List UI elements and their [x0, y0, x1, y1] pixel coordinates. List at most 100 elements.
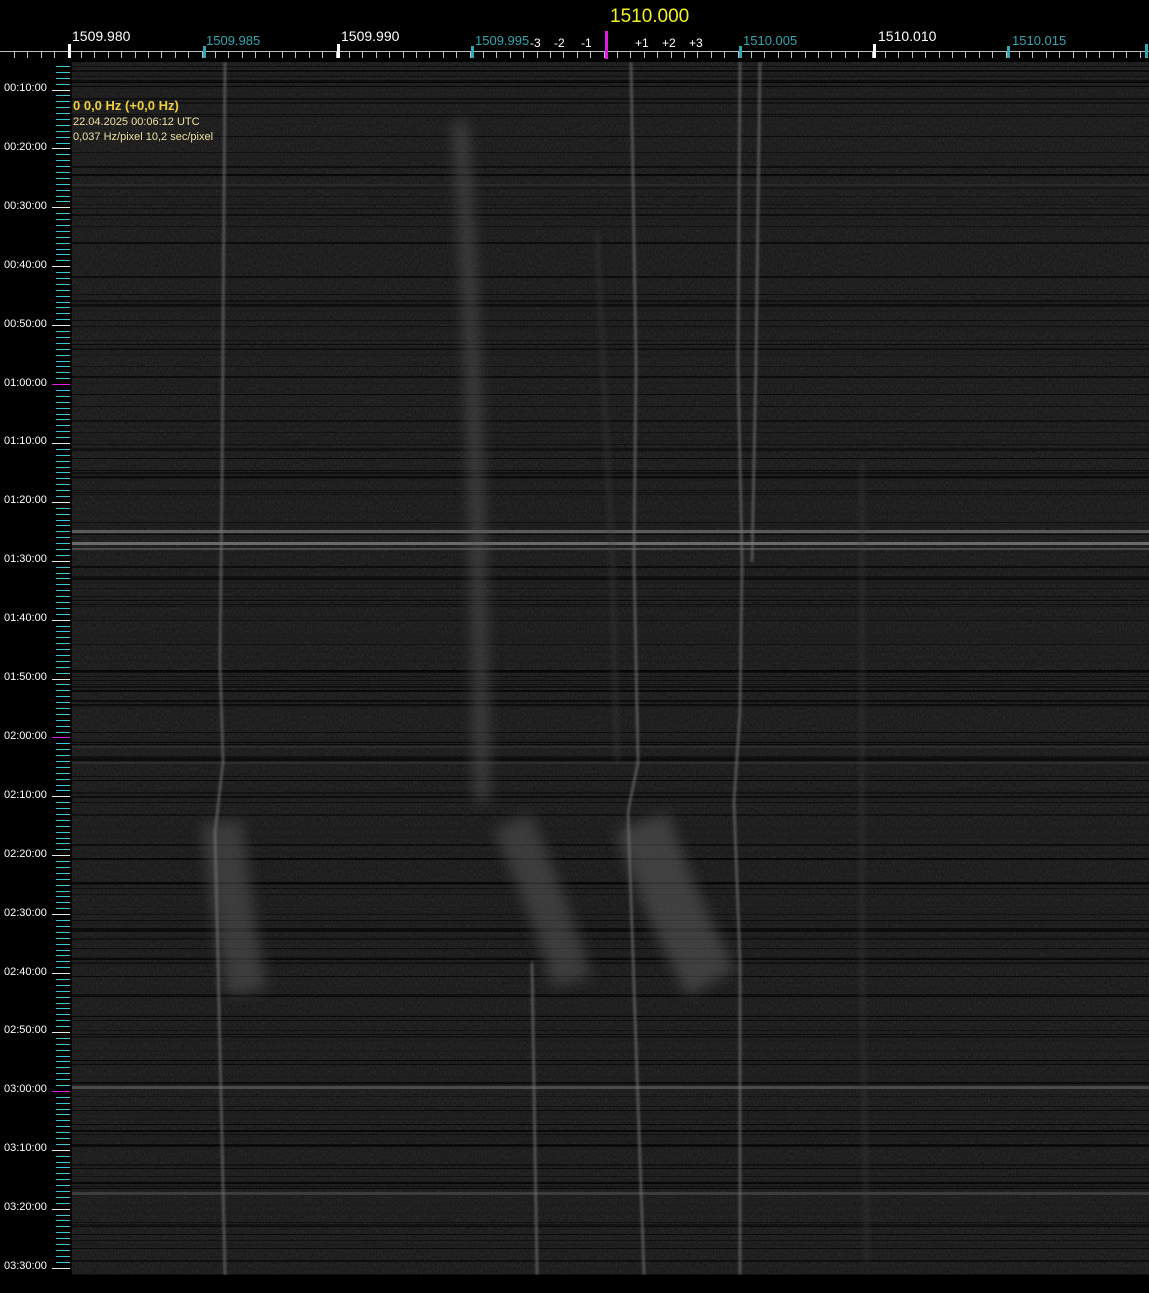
time-tick: [56, 1073, 70, 1074]
interference-band: [72, 436, 1149, 437]
time-tick: [56, 508, 70, 509]
interference-band: [72, 276, 1149, 278]
interference-band: [72, 1222, 1149, 1223]
interference-band: [72, 760, 1149, 761]
ruler-tick: [175, 52, 176, 58]
time-tick: [56, 1244, 70, 1245]
interference-band: [72, 1146, 1149, 1147]
interference-band: [72, 208, 1149, 209]
time-tick: [56, 643, 70, 644]
time-tick: [56, 431, 70, 432]
time-tick: [56, 331, 70, 332]
time-tick: [56, 649, 70, 650]
ruler-tick: [389, 52, 390, 58]
time-tick: [56, 472, 70, 473]
interference-band: [72, 1168, 1149, 1169]
time-tick: [56, 172, 70, 173]
time-tick: [52, 90, 70, 91]
major-tick: [337, 44, 340, 58]
time-tick: [52, 973, 70, 974]
interference-band: [72, 606, 1149, 607]
time-tick: [56, 696, 70, 697]
interference-band: [72, 74, 1149, 76]
interference-band: [72, 706, 1149, 708]
ruler-tick: [483, 52, 484, 58]
ruler-tick: [41, 52, 42, 58]
time-tick: [52, 1268, 70, 1269]
interference-band: [72, 780, 1149, 781]
ruler-tick: [657, 52, 658, 58]
interference-band: [72, 996, 1149, 997]
interference-band: [72, 134, 1149, 135]
ruler-tick: [630, 52, 631, 58]
time-tick: [56, 1203, 70, 1204]
time-label: 00:10:00: [4, 82, 47, 94]
time-tick: [56, 749, 70, 750]
time-tick: [56, 1079, 70, 1080]
ruler-tick: [818, 52, 819, 58]
interference-band: [72, 1268, 1149, 1269]
time-tick: [56, 514, 70, 515]
waterfall-display[interactable]: [72, 62, 1149, 1275]
interference-band: [72, 704, 1149, 706]
interference-band: [72, 1234, 1149, 1235]
time-tick: [56, 337, 70, 338]
interference-band: [72, 294, 1149, 295]
time-tick: [56, 307, 70, 308]
interference-band: [72, 70, 1149, 72]
major-tick: [873, 44, 876, 58]
ruler-tick: [939, 52, 940, 58]
time-label: 00:40:00: [4, 258, 47, 271]
time-tick: [56, 602, 70, 603]
interference-band: [72, 1130, 1149, 1132]
time-tick: [56, 1120, 70, 1121]
time-tick: [56, 125, 70, 126]
time-tick: [56, 343, 70, 344]
time-tick: [56, 1232, 70, 1233]
time-tick: [56, 390, 70, 391]
time-tick: [56, 867, 70, 868]
time-tick: [56, 1026, 70, 1027]
time-label: 00:30:00: [4, 199, 47, 212]
frequency-ruler[interactable]: 1509.980 1509.985 1509.990 1509.995 1510…: [0, 0, 1149, 62]
ruler-tick: [161, 52, 162, 58]
interference-band: [72, 426, 1149, 428]
ruler-tick: [269, 52, 270, 58]
interference-band: [72, 1112, 1149, 1114]
interference-band: [72, 374, 1149, 375]
interference-band: [72, 432, 1149, 433]
time-tick: [56, 219, 70, 220]
center-frequency-marker[interactable]: [605, 31, 608, 59]
time-tick: [52, 914, 70, 915]
time-tick: [56, 467, 70, 468]
time-tick: [56, 820, 70, 821]
interference-band: [72, 300, 1149, 302]
time-tick: [56, 655, 70, 656]
interference-band: [72, 1184, 1149, 1185]
time-tick: [56, 626, 70, 627]
ruler-tick: [684, 52, 685, 58]
interference-band: [72, 1062, 1149, 1064]
time-tick: [52, 325, 70, 326]
time-tick: [56, 1067, 70, 1068]
time-tick: [56, 1173, 70, 1174]
interference-band: [72, 226, 1149, 227]
time-tick: [56, 1179, 70, 1180]
time-tick: [56, 714, 70, 715]
time-label: 00:50:00: [4, 317, 47, 330]
interference-band: [72, 1188, 1149, 1189]
time-tick: [56, 478, 70, 479]
center-frequency-label: 1510.000: [610, 6, 690, 27]
time-tick: [56, 1215, 70, 1216]
interference-band: [72, 1034, 1149, 1035]
time-tick: [56, 1061, 70, 1062]
time-label: 01:40:00: [4, 612, 47, 625]
time-tick: [52, 1150, 70, 1151]
offset-label: -3: [530, 36, 541, 50]
ruler-tick: [309, 52, 310, 58]
interference-band: [72, 814, 1149, 816]
ruler-tick: [54, 52, 55, 58]
interference-band: [72, 1148, 1149, 1150]
time-tick: [56, 414, 70, 415]
time-tick: [52, 620, 70, 621]
